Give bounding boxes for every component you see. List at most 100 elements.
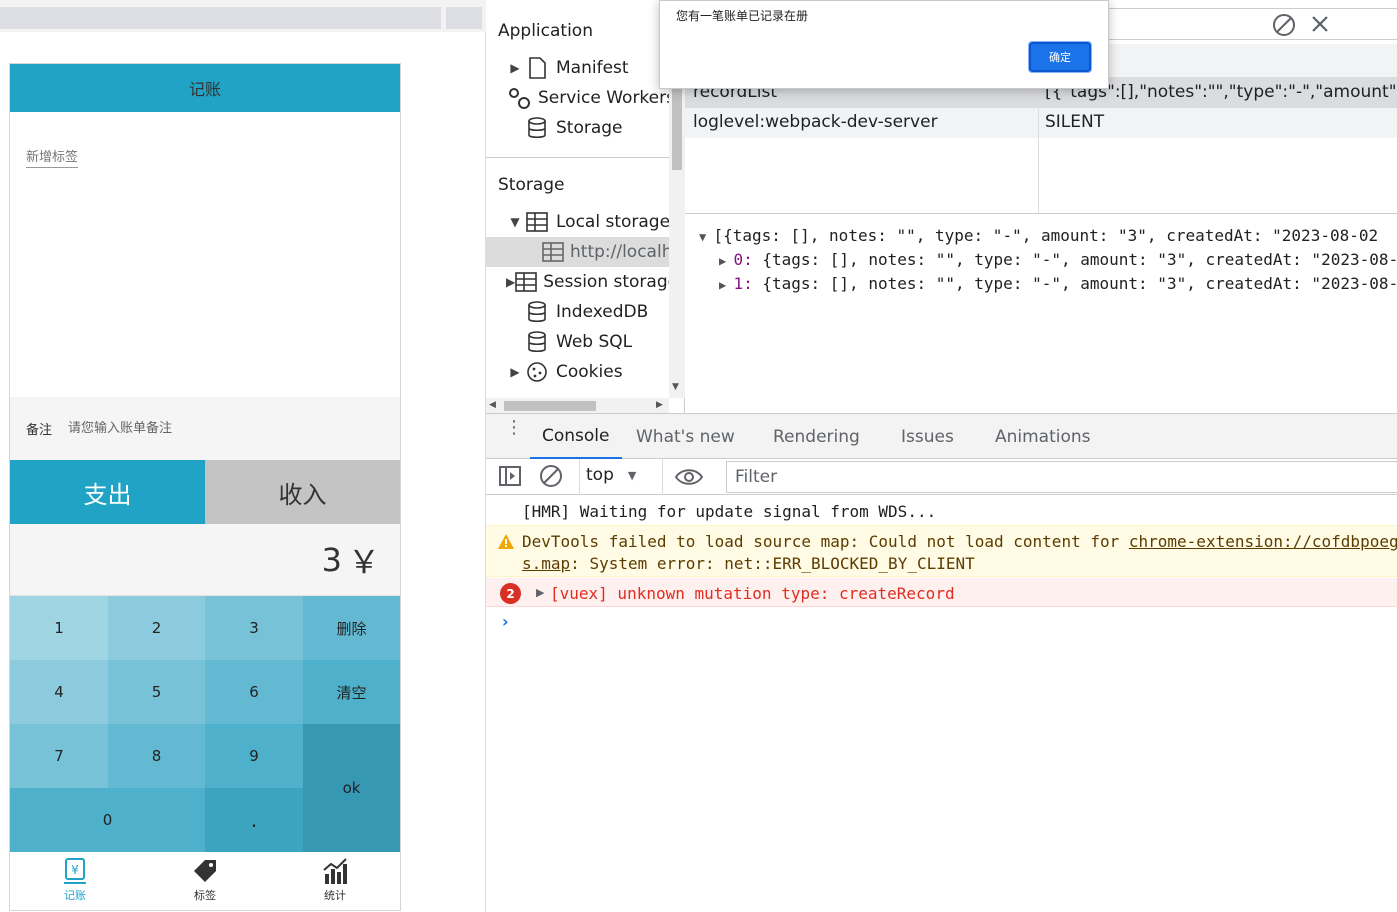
cookie-icon — [524, 361, 550, 383]
sidebar-item-web-sql[interactable]: Web SQL — [506, 327, 671, 357]
console-prompt-icon[interactable]: › — [502, 612, 509, 631]
amount-value: 3 — [321, 540, 342, 579]
sidebar-item-storage[interactable]: Storage — [506, 113, 671, 143]
nav-statistics[interactable]: 统计 — [270, 856, 400, 908]
page-title: 记账 — [10, 64, 400, 112]
notes-label: 备注 — [26, 423, 53, 438]
expand-arrow-icon[interactable]: ▶ — [506, 365, 524, 379]
sidebar-item-label: Manifest — [556, 58, 629, 78]
collapse-arrow-icon[interactable]: ▼ — [506, 215, 524, 229]
notes-input[interactable] — [68, 421, 329, 436]
warning-text-line1: DevTools failed to load source map: Coul… — [522, 532, 1397, 551]
clear-all-icon[interactable] — [1271, 12, 1297, 42]
nav-labels[interactable]: 标签 — [140, 856, 270, 908]
sidebar-item-label: Web SQL — [556, 332, 633, 352]
source-map-link-end[interactable]: s.map — [522, 554, 570, 573]
tab-animations[interactable]: Animations — [995, 414, 1091, 459]
key-6[interactable]: 6 — [205, 660, 303, 724]
nav-money-label: 记账 — [64, 889, 86, 902]
value-preview: ▼ [{tags: [], notes: "", type: "-", amou… — [685, 214, 1397, 413]
tab-issues[interactable]: Issues — [901, 414, 954, 459]
console-filter-input[interactable] — [726, 461, 1397, 493]
sidebar-item-local-origin[interactable]: http://localhost:8080 — [486, 237, 669, 267]
log-line-error[interactable]: 2 ▶ [vuex] unknown mutation type: create… — [486, 578, 1397, 607]
error-count-badge: 2 — [500, 583, 521, 604]
sidebar-item-indexeddb[interactable]: IndexedDB — [506, 297, 671, 327]
key-3[interactable]: 3 — [205, 596, 303, 660]
divider — [486, 157, 669, 158]
preview-root[interactable]: ▼ [{tags: [], notes: "", type: "-", amou… — [699, 226, 1378, 245]
source-map-link[interactable]: chrome-extension://cofdbpoegempjloogbagk… — [1129, 532, 1397, 551]
sidebar-item-manifest[interactable]: ▶ Manifest — [506, 53, 671, 83]
log-text: [HMR] Waiting for update signal from WDS… — [522, 502, 937, 521]
divider — [579, 459, 580, 495]
key-8[interactable]: 8 — [108, 724, 205, 788]
sidebar-toggle-icon[interactable] — [498, 465, 522, 491]
nav-labels-label: 标签 — [194, 889, 216, 902]
scroll-down-arrow-icon[interactable]: ▼ — [672, 382, 679, 392]
nav-money[interactable]: ¥ 记账 — [10, 856, 140, 908]
amount-display: 3 ￥ — [10, 524, 400, 596]
sidebar-item-cookies[interactable]: ▶ Cookies — [506, 357, 671, 387]
gears-icon — [506, 87, 532, 109]
svg-text:¥: ¥ — [71, 863, 79, 877]
key-0[interactable]: 0 — [10, 788, 205, 852]
tab-rendering[interactable]: Rendering — [773, 414, 860, 459]
app-viewport: 记账 新增标签 备注 支出 收入 3 ￥ 1 2 3 删除 4 5 6 清空 7… — [0, 0, 486, 912]
alert-message: 您有一笔账单已记录在册 — [676, 9, 809, 23]
key-2[interactable]: 2 — [108, 596, 205, 660]
database-icon — [524, 331, 550, 353]
income-tab[interactable]: 收入 — [205, 460, 400, 524]
add-tag-button[interactable]: 新增标签 — [26, 146, 79, 168]
devtools-panel: Application ▶ Manifest Service Workers S… — [486, 0, 1397, 912]
application-heading: Application — [498, 21, 593, 41]
alert-ok-button[interactable]: 确定 — [1028, 41, 1092, 73]
tag-icon — [194, 860, 216, 882]
sidebar-item-label: Session storage — [543, 272, 671, 292]
sidebar-horizontal-scroll-thumb[interactable] — [504, 401, 596, 411]
nav-statistics-label: 统计 — [324, 889, 346, 902]
expand-arrow-icon[interactable]: ▶ — [536, 586, 544, 599]
key-7[interactable]: 7 — [10, 724, 108, 788]
sidebar-item-local-storage[interactable]: ▼ Local storage — [506, 207, 671, 237]
storage-filter-input[interactable] — [1105, 8, 1397, 40]
ok-key[interactable]: ok — [303, 724, 400, 852]
divider — [662, 459, 663, 495]
preview-item[interactable]: ▶ 0: {tags: [], notes: "", type: "-", am… — [719, 250, 1397, 269]
key-1[interactable]: 1 — [10, 596, 108, 660]
live-expression-eye-icon[interactable] — [674, 466, 704, 492]
expense-tab[interactable]: 支出 — [10, 460, 205, 524]
key-4[interactable]: 4 — [10, 660, 108, 724]
log-line-hmr: [HMR] Waiting for update signal from WDS… — [486, 496, 1397, 525]
delete-selected-icon[interactable] — [1309, 13, 1331, 39]
delete-key[interactable]: 删除 — [303, 596, 400, 660]
database-icon — [524, 117, 550, 139]
tab-whats-new[interactable]: What's new — [636, 414, 735, 459]
sidebar-vertical-scroll-thumb[interactable] — [672, 80, 682, 170]
dot-key[interactable]: . — [205, 788, 303, 852]
sidebar-item-label: http://localhost:8080 — [570, 242, 669, 262]
table-icon — [515, 271, 538, 293]
key-9[interactable]: 9 — [205, 724, 303, 788]
tab-console[interactable]: Console — [530, 414, 622, 459]
expand-arrow-icon[interactable]: ▶ — [506, 275, 515, 289]
scroll-left-arrow-icon[interactable]: ◀ — [489, 400, 496, 410]
context-label: top — [586, 465, 614, 485]
top-strip-bar — [0, 7, 441, 29]
context-selector[interactable]: top ▼ — [586, 465, 636, 485]
database-icon — [524, 301, 550, 323]
clear-key[interactable]: 清空 — [303, 660, 400, 724]
dropdown-arrow-icon: ▼ — [627, 468, 637, 482]
clear-console-icon[interactable] — [539, 464, 563, 492]
expand-arrow-icon[interactable]: ▶ — [506, 61, 524, 75]
warning-icon — [497, 533, 515, 555]
money-page: 记账 新增标签 备注 支出 收入 3 ￥ 1 2 3 删除 4 5 6 清空 7… — [9, 63, 401, 911]
drawer-tabbar: ⋮ Console What's new Rendering Issues An… — [486, 413, 1397, 459]
key-5[interactable]: 5 — [108, 660, 205, 724]
sidebar-item-service-workers[interactable]: Service Workers — [506, 83, 671, 113]
error-text: [vuex] unknown mutation type: createReco… — [550, 584, 955, 603]
more-options-icon[interactable]: ⋮ — [505, 419, 523, 437]
sidebar-item-session-storage[interactable]: ▶ Session storage — [506, 267, 671, 297]
preview-item[interactable]: ▶ 1: {tags: [], notes: "", type: "-", am… — [719, 274, 1397, 293]
scroll-right-arrow-icon[interactable]: ▶ — [656, 400, 663, 410]
